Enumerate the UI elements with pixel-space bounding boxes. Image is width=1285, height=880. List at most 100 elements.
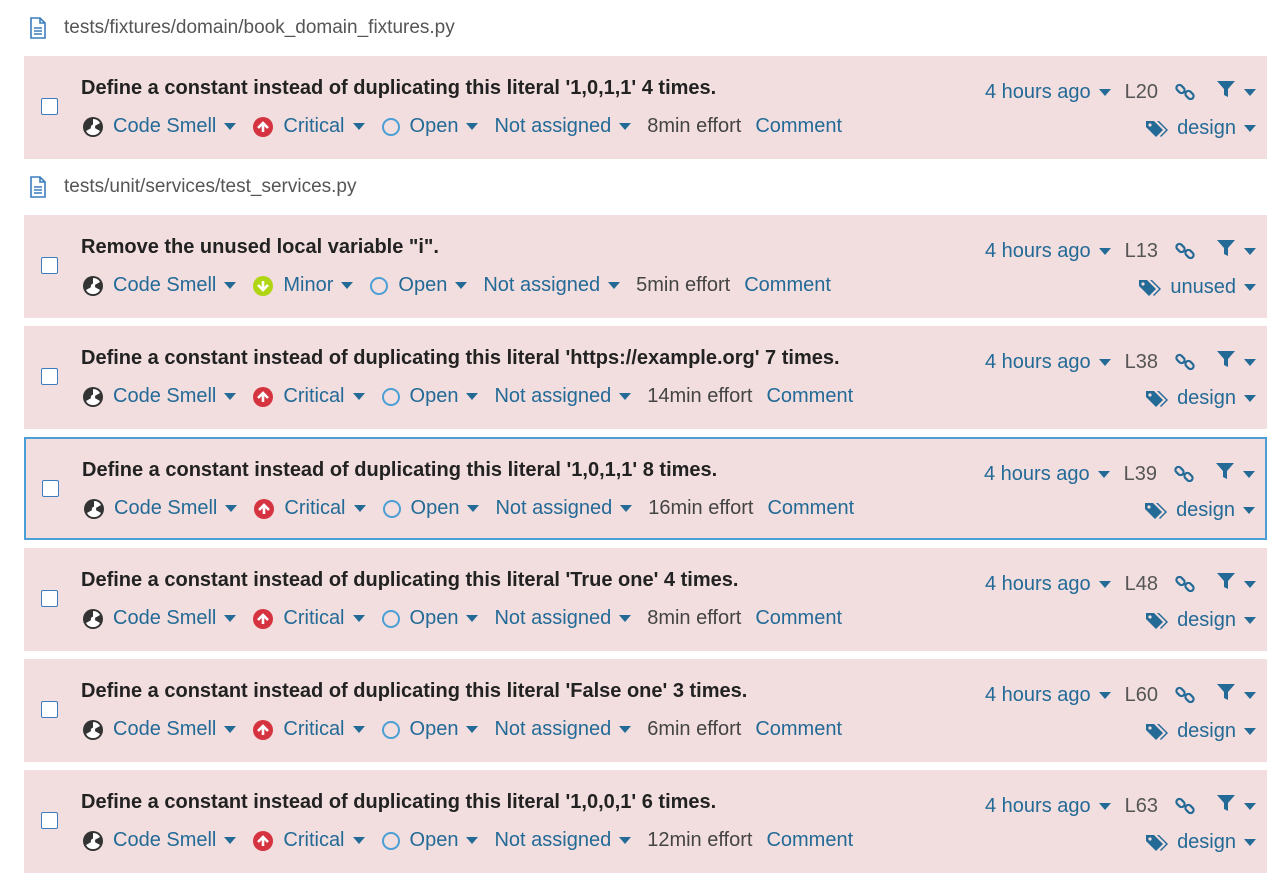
tags-dropdown[interactable]: design bbox=[1145, 831, 1256, 854]
filter-dropdown[interactable] bbox=[1216, 682, 1256, 708]
issue-row[interactable]: Define a constant instead of duplicating… bbox=[24, 437, 1267, 540]
severity-dropdown[interactable]: Critical bbox=[253, 497, 366, 520]
issue-type-dropdown[interactable]: Code Smell bbox=[82, 607, 237, 630]
severity-label: Critical bbox=[283, 385, 345, 407]
filter-dropdown[interactable] bbox=[1216, 238, 1256, 264]
chevron-down-icon bbox=[608, 282, 621, 289]
assignee-dropdown[interactable]: Not assigned bbox=[495, 497, 633, 520]
issue-message[interactable]: Define a constant instead of duplicating… bbox=[81, 347, 840, 370]
date-dropdown[interactable]: 4 hours ago bbox=[985, 795, 1111, 818]
issue-message[interactable]: Define a constant instead of duplicating… bbox=[81, 791, 716, 814]
permalink-icon[interactable] bbox=[1173, 463, 1195, 485]
assignee-dropdown[interactable]: Not assigned bbox=[483, 274, 621, 297]
issue-message[interactable]: Remove the unused local variable "i". bbox=[81, 236, 439, 259]
issue-row[interactable]: Define a constant instead of duplicating… bbox=[24, 659, 1267, 762]
issue-row[interactable]: Define a constant instead of duplicating… bbox=[24, 548, 1267, 651]
issue-message[interactable]: Define a constant instead of duplicating… bbox=[81, 569, 738, 592]
comment-link[interactable]: Comment bbox=[755, 718, 842, 741]
line-number[interactable]: L20 bbox=[1125, 81, 1158, 104]
file-path[interactable]: tests/unit/services/test_services.py bbox=[64, 176, 357, 198]
assignee-dropdown[interactable]: Not assigned bbox=[494, 718, 632, 741]
severity-dropdown[interactable]: Critical bbox=[252, 607, 365, 630]
assignee-label: Not assigned bbox=[494, 829, 612, 851]
comment-link[interactable]: Comment bbox=[766, 385, 853, 408]
issue-row[interactable]: Define a constant instead of duplicating… bbox=[24, 326, 1267, 429]
permalink-icon[interactable] bbox=[1174, 795, 1196, 817]
line-number[interactable]: L13 bbox=[1125, 240, 1158, 263]
issue-type-dropdown[interactable]: Code Smell bbox=[82, 829, 237, 852]
issue-checkbox[interactable] bbox=[41, 812, 58, 829]
status-dropdown[interactable]: Open bbox=[381, 607, 479, 630]
filter-dropdown[interactable] bbox=[1216, 349, 1256, 375]
date-dropdown[interactable]: 4 hours ago bbox=[985, 240, 1111, 263]
comment-link[interactable]: Comment bbox=[755, 607, 842, 630]
permalink-icon[interactable] bbox=[1174, 81, 1196, 103]
assignee-dropdown[interactable]: Not assigned bbox=[494, 385, 632, 408]
status-dropdown[interactable]: Open bbox=[381, 829, 479, 852]
severity-dropdown[interactable]: Critical bbox=[252, 385, 365, 408]
issue-checkbox[interactable] bbox=[41, 701, 58, 718]
tags-dropdown[interactable]: design bbox=[1145, 387, 1256, 410]
issue-message[interactable]: Define a constant instead of duplicating… bbox=[81, 77, 716, 100]
issue-type-dropdown[interactable]: Code Smell bbox=[82, 385, 237, 408]
status-dropdown[interactable]: Open bbox=[381, 718, 479, 741]
severity-dropdown[interactable]: Critical bbox=[252, 115, 365, 138]
permalink-icon[interactable] bbox=[1174, 240, 1196, 262]
tags-dropdown[interactable]: design bbox=[1145, 117, 1256, 140]
severity-dropdown[interactable]: Minor bbox=[252, 274, 354, 297]
filter-dropdown[interactable] bbox=[1216, 571, 1256, 597]
line-number[interactable]: L60 bbox=[1125, 684, 1158, 707]
issue-message[interactable]: Define a constant instead of duplicating… bbox=[81, 680, 747, 703]
assignee-dropdown[interactable]: Not assigned bbox=[494, 829, 632, 852]
date-dropdown[interactable]: 4 hours ago bbox=[985, 573, 1111, 596]
tags-dropdown[interactable]: design bbox=[1145, 720, 1256, 743]
permalink-icon[interactable] bbox=[1174, 573, 1196, 595]
assignee-dropdown[interactable]: Not assigned bbox=[494, 115, 632, 138]
issue-checkbox[interactable] bbox=[41, 368, 58, 385]
issue-type-label: Code Smell bbox=[113, 385, 217, 407]
issue-row[interactable]: Define a constant instead of duplicating… bbox=[24, 770, 1267, 873]
issue-checkbox[interactable] bbox=[41, 257, 58, 274]
filter-dropdown[interactable] bbox=[1216, 793, 1256, 819]
issue-row[interactable]: Remove the unused local variable "i". Co… bbox=[24, 215, 1267, 318]
issue-type-dropdown[interactable]: Code Smell bbox=[83, 497, 238, 520]
chevron-down-icon bbox=[466, 726, 479, 733]
tags-dropdown[interactable]: design bbox=[1144, 499, 1255, 522]
chevron-down-icon bbox=[341, 282, 354, 289]
date-dropdown[interactable]: 4 hours ago bbox=[985, 81, 1111, 104]
assignee-dropdown[interactable]: Not assigned bbox=[494, 607, 632, 630]
date-dropdown[interactable]: 4 hours ago bbox=[985, 351, 1111, 374]
chevron-down-icon bbox=[1244, 125, 1256, 132]
severity-dropdown[interactable]: Critical bbox=[252, 718, 365, 741]
permalink-icon[interactable] bbox=[1174, 684, 1196, 706]
file-path[interactable]: tests/fixtures/domain/book_domain_fixtur… bbox=[64, 17, 455, 39]
status-dropdown[interactable]: Open bbox=[369, 274, 468, 297]
status-dropdown[interactable]: Open bbox=[382, 497, 480, 520]
tags-dropdown[interactable]: unused bbox=[1138, 276, 1256, 299]
filter-dropdown[interactable] bbox=[1216, 79, 1256, 105]
comment-link[interactable]: Comment bbox=[755, 115, 842, 138]
status-dropdown[interactable]: Open bbox=[381, 115, 479, 138]
comment-link[interactable]: Comment bbox=[767, 497, 854, 520]
line-number[interactable]: L38 bbox=[1125, 351, 1158, 374]
severity-dropdown[interactable]: Critical bbox=[252, 829, 365, 852]
line-number[interactable]: L39 bbox=[1124, 463, 1157, 486]
issue-row[interactable]: Define a constant instead of duplicating… bbox=[24, 56, 1267, 159]
line-number[interactable]: L63 bbox=[1125, 795, 1158, 818]
permalink-icon[interactable] bbox=[1174, 351, 1196, 373]
date-dropdown[interactable]: 4 hours ago bbox=[985, 684, 1111, 707]
filter-dropdown[interactable] bbox=[1215, 461, 1255, 487]
comment-link[interactable]: Comment bbox=[766, 829, 853, 852]
status-dropdown[interactable]: Open bbox=[381, 385, 479, 408]
issue-type-dropdown[interactable]: Code Smell bbox=[82, 115, 237, 138]
issue-checkbox[interactable] bbox=[42, 480, 59, 497]
line-number[interactable]: L48 bbox=[1125, 573, 1158, 596]
issue-message[interactable]: Define a constant instead of duplicating… bbox=[82, 459, 717, 482]
issue-checkbox[interactable] bbox=[41, 590, 58, 607]
date-dropdown[interactable]: 4 hours ago bbox=[984, 463, 1110, 486]
issue-type-dropdown[interactable]: Code Smell bbox=[82, 274, 237, 297]
issue-type-dropdown[interactable]: Code Smell bbox=[82, 718, 237, 741]
tags-dropdown[interactable]: design bbox=[1145, 609, 1256, 632]
comment-link[interactable]: Comment bbox=[744, 274, 831, 297]
issue-checkbox[interactable] bbox=[41, 98, 58, 115]
